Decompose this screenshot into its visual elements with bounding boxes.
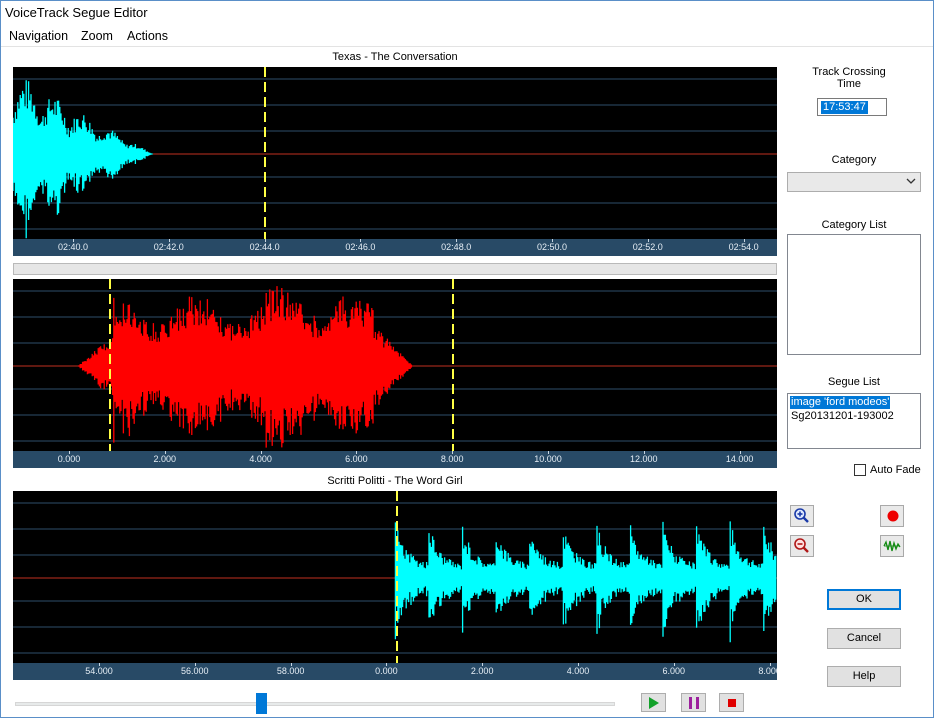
help-button[interactable]: Help — [827, 666, 901, 687]
bottom-time-ruler: 54.000 56.000 58.000 0.000 2.000 4.000 6.000 8.… — [13, 663, 777, 680]
ruler-tick-label: 02:42.0 — [153, 242, 184, 252]
segue-list-item[interactable]: image 'ford modeos' — [790, 396, 891, 409]
ruler-tick-label: 0.000 — [57, 454, 81, 464]
chevron-down-icon — [906, 178, 916, 184]
playback-position-slider[interactable] — [15, 702, 615, 706]
ruler-tick-label: 8.000 — [440, 454, 464, 464]
segue-list-label: Segue List — [828, 376, 880, 388]
auto-fade-checkbox[interactable] — [854, 464, 866, 476]
top-waveform — [13, 67, 777, 239]
segue-list-item[interactable]: Sg20131201-193002 — [790, 410, 895, 423]
bottom-waveform — [13, 491, 777, 663]
stop-icon — [728, 699, 736, 707]
zoom-out-icon — [794, 538, 809, 553]
zoom-in-icon — [794, 508, 809, 523]
menu-actions[interactable]: Actions — [127, 29, 168, 43]
middle-waveform — [13, 279, 777, 451]
ruler-tick-label: 02:48.0 — [441, 242, 472, 252]
ruler-tick-label: 54.000 — [85, 666, 113, 676]
top-waveform-panel[interactable] — [13, 67, 777, 239]
ruler-tick-label: 02:46.0 — [345, 242, 376, 252]
pause-button[interactable] — [681, 693, 706, 712]
bottom-waveform-panel[interactable] — [13, 491, 777, 663]
stop-button[interactable] — [719, 693, 744, 712]
category-label: Category — [831, 154, 877, 166]
track-crossing-label: Track Crossing Time — [812, 66, 886, 90]
record-icon — [887, 510, 899, 522]
menu-separator — [1, 46, 933, 47]
auto-fade-label: Auto Fade — [870, 464, 921, 476]
zoom-out-button[interactable] — [790, 535, 814, 557]
top-time-ruler: 02:40.0 02:42.0 02:44.0 02:46.0 02:48.0 02:50… — [13, 239, 777, 256]
ruler-tick-label: 12.000 — [630, 454, 658, 464]
playback-position-thumb[interactable] — [256, 693, 267, 714]
menu-zoom[interactable]: Zoom — [81, 29, 113, 43]
record-button[interactable] — [880, 505, 904, 527]
ok-button[interactable]: OK — [827, 589, 901, 610]
ruler-tick-label: 8.000 — [758, 666, 777, 676]
zoom-in-button[interactable] — [790, 505, 814, 527]
menu-navigation[interactable]: Navigation — [9, 29, 68, 43]
ruler-tick-label: 4.000 — [249, 454, 272, 464]
track-crossing-time-value: 17:53:47 — [821, 101, 868, 114]
track-crossing-time-input[interactable]: 17:53:47 — [817, 98, 887, 116]
ruler-tick-label: 02:44.0 — [249, 242, 280, 252]
ruler-tick-label: 02:52.0 — [632, 242, 663, 252]
ruler-tick-label: 6.000 — [345, 454, 368, 464]
ruler-tick-label: 4.000 — [566, 666, 590, 676]
cancel-button[interactable]: Cancel — [827, 628, 901, 649]
ruler-tick-label: 10.000 — [534, 454, 562, 464]
ruler-tick-label: 58.000 — [276, 666, 305, 676]
ruler-tick-label: 02:54.0 — [728, 242, 759, 252]
category-dropdown[interactable] — [787, 172, 921, 192]
category-list-label: Category List — [821, 219, 887, 231]
category-listbox[interactable] — [787, 234, 921, 355]
segue-editor-window: VoiceTrack Segue Editor Navigation Zoom … — [0, 0, 934, 718]
track-divider-bar — [13, 263, 777, 275]
ruler-tick-label: 56.000 — [181, 666, 209, 676]
play-button[interactable] — [641, 693, 666, 712]
ruler-tick-label: 14.000 — [725, 454, 754, 464]
ruler-tick-label: 02:50.0 — [536, 242, 568, 252]
waveform-edit-icon — [883, 540, 901, 552]
bottom-track-title: Scritti Politti - The Word Girl — [327, 475, 463, 487]
play-icon — [649, 697, 659, 709]
menu-bar: Navigation Zoom Actions — [1, 28, 933, 46]
pause-icon — [689, 697, 699, 709]
waveform-edit-button[interactable] — [880, 535, 904, 557]
middle-time-ruler: 0.000 2.000 4.000 6.000 8.000 10.000 12.000 14.… — [13, 451, 777, 468]
window-title: VoiceTrack Segue Editor — [5, 5, 148, 20]
top-track-title: Texas - The Conversation — [332, 51, 458, 63]
ruler-tick-label: 2.000 — [470, 666, 494, 676]
ruler-tick-label: 0.000 — [375, 666, 398, 676]
ruler-tick-label: 2.000 — [153, 454, 177, 464]
segue-listbox[interactable]: image 'ford modeos' Sg20131201-193002 — [787, 393, 921, 449]
ruler-tick-label: 6.000 — [662, 666, 686, 676]
ruler-tick-label: 02:40.0 — [57, 242, 89, 252]
middle-waveform-panel[interactable] — [13, 279, 777, 451]
